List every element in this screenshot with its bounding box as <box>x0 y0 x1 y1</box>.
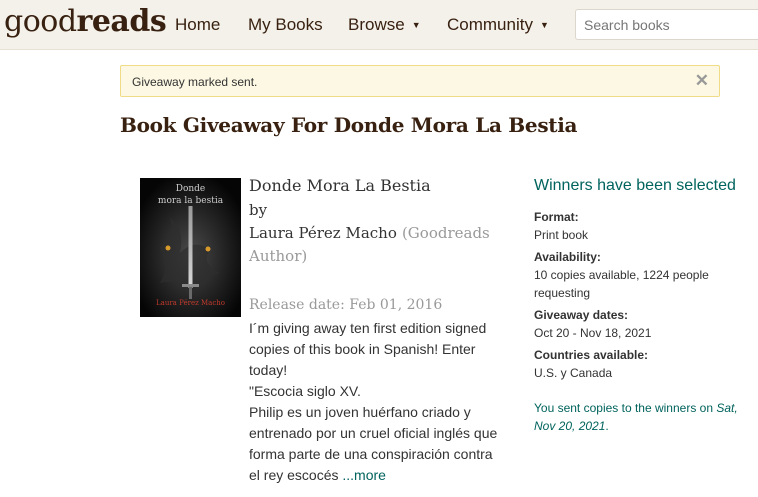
description-line: today! <box>249 362 288 378</box>
site-header: goodreads Home My Books Browse ▼ Communit… <box>0 0 758 50</box>
dates-label: Giveaway dates: <box>534 308 629 322</box>
availability-value-line2: requesting <box>534 286 591 300</box>
logo-bold-part: reads <box>76 4 167 39</box>
format-label: Format: <box>534 210 579 224</box>
cover-author: Laura Pérez Macho <box>156 299 225 307</box>
description-line-text: el rey escocés <box>249 467 343 483</box>
description-line: I´m giving away ten first edition signed <box>249 320 487 336</box>
book-by: by <box>249 201 268 219</box>
logo-light-part: good <box>4 4 77 39</box>
sent-date-part1: Sat, <box>716 401 738 415</box>
more-link[interactable]: ...more <box>342 467 386 483</box>
book-details: Donde Mora La Bestia by Laura Pérez Mach… <box>249 174 509 268</box>
release-date: Release date: Feb 01, 2016 <box>249 297 443 313</box>
format-value: Print book <box>534 228 589 242</box>
giveaway-info: Winners have been selected Format: Print… <box>534 174 754 435</box>
chevron-down-icon: ▼ <box>539 20 549 30</box>
countries-value: U.S. y Canada <box>534 366 613 380</box>
nav-community-label: Community <box>447 15 533 34</box>
close-icon[interactable]: ✕ <box>695 71 709 91</box>
nav-my-books-label: My Books <box>248 15 323 34</box>
description-line: copies of this book in Spanish! Enter <box>249 341 476 357</box>
sent-date-part2: Nov 20, 2021 <box>534 419 606 433</box>
description-line: forma parte de una conspiración contra <box>249 446 493 462</box>
description-line: Philip es un joven huérfano criado y <box>249 404 471 420</box>
nav-browse-label: Browse <box>348 15 405 34</box>
cover-title-line2: mora la bestia <box>158 196 224 206</box>
author-link[interactable]: Laura Pérez Macho <box>249 224 397 242</box>
countries-label: Countries available: <box>534 348 649 362</box>
description-line: "Escocia siglo XV. <box>249 383 361 399</box>
book-title-link[interactable]: Donde Mora La Bestia <box>249 174 509 198</box>
goodreads-logo[interactable]: goodreads <box>4 4 167 39</box>
description-line-last: el rey escocés ...more <box>249 465 504 486</box>
book-cover[interactable]: Donde mora la bestia Laura Pérez Macho <box>140 178 241 317</box>
availability-label: Availability: <box>534 250 601 264</box>
flash-message: Giveaway marked sent. <box>132 75 258 89</box>
book-cover-art: Donde mora la bestia Laura Pérez Macho <box>140 178 241 317</box>
nav-home[interactable]: Home <box>175 15 220 35</box>
page-title: Book Giveaway For Donde Mora La Bestia <box>120 113 578 137</box>
sent-note: You sent copies to the winners on Sat, N… <box>534 399 754 435</box>
search-box <box>575 9 758 40</box>
nav-community[interactable]: Community ▼ <box>447 15 549 35</box>
flash-notice: Giveaway marked sent. ✕ <box>120 65 720 97</box>
nav-my-books[interactable]: My Books <box>248 15 323 35</box>
sent-suffix: . <box>605 419 609 433</box>
description-line: entrenado por un cruel oficial inglés qu… <box>249 425 498 441</box>
book-author-line: Laura Pérez Macho (Goodreads Author) <box>249 222 509 268</box>
dates-value: Oct 20 - Nov 18, 2021 <box>534 326 652 340</box>
sent-prefix: You sent copies to the winners on <box>534 401 714 415</box>
chevron-down-icon: ▼ <box>411 20 421 30</box>
giveaway-status: Winners have been selected <box>534 177 736 194</box>
search-input[interactable] <box>576 10 758 39</box>
cover-title-line1: Donde <box>176 184 206 194</box>
nav-browse[interactable]: Browse ▼ <box>348 15 421 35</box>
availability-value-line1: 10 copies available, 1224 people <box>534 268 709 282</box>
book-description: I´m giving away ten first edition signed… <box>249 318 504 486</box>
nav-home-label: Home <box>175 15 221 34</box>
